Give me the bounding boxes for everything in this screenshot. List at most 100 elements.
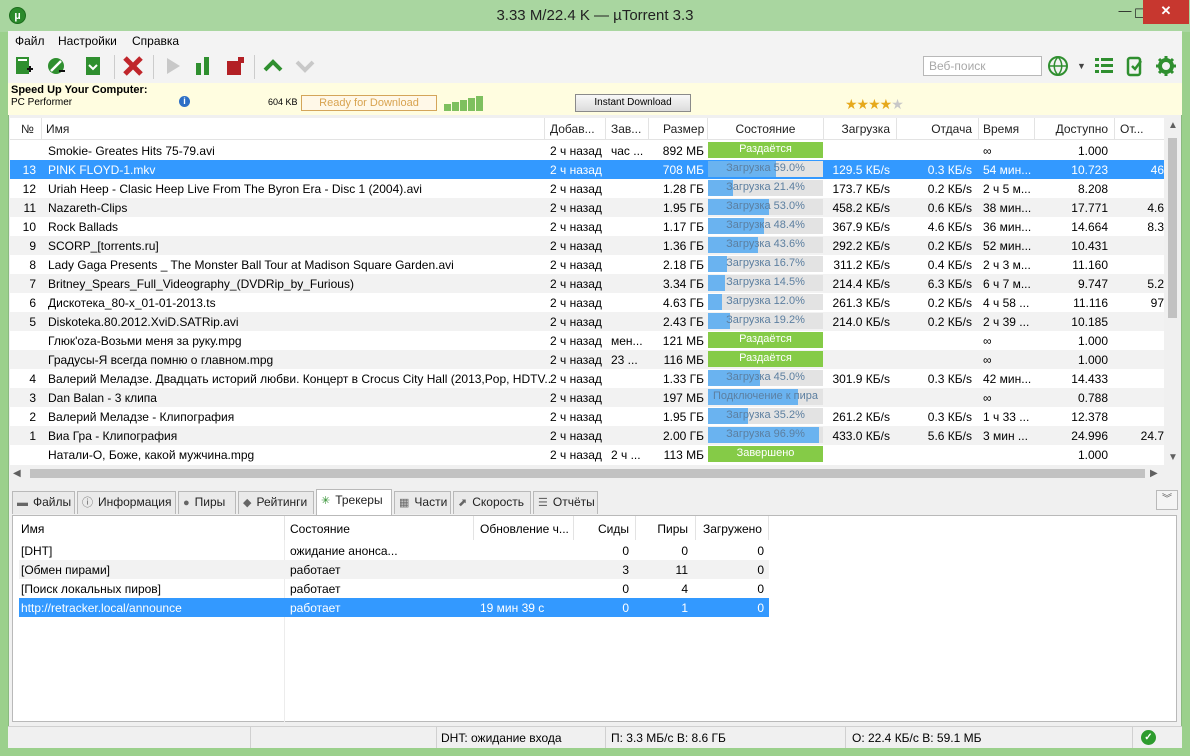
status-upload[interactable]: О: 22.4 КБ/с В: 59.1 МБ xyxy=(852,731,981,745)
row-added: 2 ч назад xyxy=(550,372,602,386)
col-num[interactable]: № xyxy=(21,122,34,136)
col-status[interactable]: Состояние xyxy=(708,122,823,136)
tab-pieces[interactable]: ▦ Части xyxy=(394,491,451,514)
move-down-icon[interactable] xyxy=(294,55,316,77)
status-download[interactable]: П: 3.3 МБ/с В: 8.6 ГБ xyxy=(611,731,726,745)
tracker-col-name[interactable]: Имя xyxy=(21,522,44,536)
row-eta: 4 ч 58 ... xyxy=(983,296,1030,310)
torrent-row[interactable]: 4 Валерий Меладзе. Двадцать историй любви… xyxy=(10,369,1164,388)
remove-icon[interactable] xyxy=(122,55,144,77)
progress-bar: Загрузка 12.0% xyxy=(708,294,823,310)
torrent-row[interactable]: 3 Dan Balan - 3 клипа 2 ч назад 197 МБ ∞ 0.78… xyxy=(10,388,1164,407)
tab-folder[interactable]: ▬ Файлы xyxy=(12,491,75,514)
col-name[interactable]: Имя xyxy=(46,122,69,136)
torrent-row[interactable]: Градусы-Я всегда помню о главном.mpg 2 ч … xyxy=(10,350,1164,369)
col-download[interactable]: Загрузка xyxy=(830,122,890,136)
ad-subtitle[interactable]: PC Performer xyxy=(11,97,72,108)
tab-info[interactable]: ⓘ Информация xyxy=(77,491,176,514)
torrent-row[interactable]: Глюк'oza-Возьми меня за руку.mpg 2 ч наза… xyxy=(10,331,1164,350)
pause-icon[interactable] xyxy=(193,55,215,77)
close-icon[interactable]: ✕ xyxy=(1143,0,1189,24)
col-added[interactable]: Добав... xyxy=(550,122,595,136)
col-upload[interactable]: Отдача xyxy=(910,122,972,136)
column-separator xyxy=(1034,118,1035,140)
col-availability[interactable]: Доступно xyxy=(1040,122,1108,136)
tab-speed[interactable]: ⬈ Скорость xyxy=(453,491,531,514)
progress-bar: Загрузка 43.6% xyxy=(708,237,823,253)
tracker-col-seeds[interactable]: Сиды xyxy=(580,522,629,536)
tracker-row[interactable]: [Поиск локальных пиров] работает 0 4 0 xyxy=(19,579,769,598)
row-availability: 10.431 xyxy=(1071,239,1108,253)
row-completed: час ... xyxy=(611,144,644,158)
torrent-row[interactable]: 7 Britney_Spears_Full_Videography_(DVDRip… xyxy=(10,274,1164,293)
torrent-row[interactable]: Натали-О, Боже, какой мужчина.mpg 2 ч наз… xyxy=(10,445,1164,464)
scroll-right-icon[interactable]: ▶ xyxy=(1150,468,1158,479)
settings-icon[interactable] xyxy=(1155,55,1177,77)
globe-icon[interactable] xyxy=(1047,55,1069,77)
tab-ratings[interactable]: ◆ Рейтинги xyxy=(238,491,314,514)
col-completed[interactable]: Зав... xyxy=(611,122,641,136)
col-eta[interactable]: Время xyxy=(983,122,1019,136)
col-size[interactable]: Размер xyxy=(663,122,704,136)
list-view-icon[interactable] xyxy=(1093,55,1115,77)
tracker-status: ожидание анонса... xyxy=(290,544,398,558)
vertical-scroll-thumb[interactable] xyxy=(1168,138,1177,318)
tracker-row[interactable]: http://retracker.local/announce работает 1… xyxy=(19,598,769,617)
tab-trackers[interactable]: ✳ Трекеры xyxy=(316,489,392,515)
scroll-up-icon[interactable]: ▲ xyxy=(1168,120,1178,131)
tracker-col-peers[interactable]: Пиры xyxy=(640,522,688,536)
tab-logger[interactable]: ☰ Отчёты xyxy=(533,491,598,514)
scroll-left-icon[interactable]: ◀ xyxy=(13,468,21,479)
stop-icon[interactable] xyxy=(224,55,246,77)
chevron-down-icon[interactable]: ▼ xyxy=(1077,61,1086,71)
column-separator xyxy=(648,118,649,140)
web-search-input[interactable]: Веб-поиск xyxy=(923,56,1042,76)
ad-title[interactable]: Speed Up Your Computer: xyxy=(11,84,148,96)
add-url-icon[interactable] xyxy=(45,55,67,77)
row-eta: 42 мин... xyxy=(983,372,1032,386)
torrent-row[interactable]: 12 Uriah Heep - Clasic Heep Live From The… xyxy=(10,179,1164,198)
torrent-row[interactable]: 1 Виа Гра - Клипография 2 ч назад 2.00 ГБ 43… xyxy=(10,426,1164,445)
torrent-row[interactable]: 8 Lady Gaga Presents _ The Monster Ball T… xyxy=(10,255,1164,274)
instant-download-button[interactable]: Instant Download xyxy=(575,94,691,112)
row-availability: 9.747 xyxy=(1077,277,1108,291)
status-separator xyxy=(1132,726,1133,748)
torrent-row[interactable]: 13 PINK FLOYD-1.mkv 2 ч назад 708 МБ 129.5 К… xyxy=(10,160,1164,179)
tracker-row[interactable]: [DHT] ожидание анонса... 0 0 0 xyxy=(19,541,769,560)
menu-help[interactable]: Справка xyxy=(132,34,179,48)
collapse-panel-icon[interactable]: ︾ xyxy=(1156,490,1178,510)
torrent-row[interactable]: 5 Diskoteka.80.2012.XviD.SATRip.avi 2 ч на… xyxy=(10,312,1164,331)
start-icon[interactable] xyxy=(162,55,184,77)
torrent-row[interactable]: 9 SCORP_[torrents.ru] 2 ч назад 1.36 ГБ 292.… xyxy=(10,236,1164,255)
tab-peers[interactable]: ● Пиры xyxy=(178,491,236,514)
scroll-down-icon[interactable]: ▼ xyxy=(1168,452,1178,463)
ad-file-size: 604 KB xyxy=(268,97,298,107)
tracker-col-downloaded[interactable]: Загружено xyxy=(703,522,762,536)
add-torrent-icon[interactable] xyxy=(13,55,35,77)
row-eta: 2 ч 39 ... xyxy=(983,315,1030,329)
progress-label: Загрузка 45.0% xyxy=(726,371,805,383)
create-torrent-icon[interactable] xyxy=(82,55,104,77)
horizontal-scroll-thumb[interactable] xyxy=(30,469,1145,478)
row-completed: 23 ... xyxy=(611,353,638,367)
col-ratio[interactable]: От... xyxy=(1120,122,1164,136)
network-ok-icon[interactable]: ✓ xyxy=(1141,730,1156,745)
tracker-col-status[interactable]: Состояние xyxy=(290,522,350,536)
torrent-row[interactable]: 11 Nazareth-Clips 2 ч назад 1.95 ГБ 458.2 КБ… xyxy=(10,198,1164,217)
move-up-icon[interactable] xyxy=(262,55,284,77)
torrent-row[interactable]: 2 Валерий Меладзе - Клипография 2 ч назад 1… xyxy=(10,407,1164,426)
menu-settings[interactable]: Настройки xyxy=(58,34,117,48)
menu-file[interactable]: Файл xyxy=(15,34,45,48)
column-separator xyxy=(896,118,897,140)
window-title: 3.33 M/22.4 K — µTorrent 3.3 xyxy=(496,7,694,24)
column-separator xyxy=(695,516,696,540)
torrent-row[interactable]: 6 Дискотека_80-х_01-01-2013.ts 2 ч назад 4.… xyxy=(10,293,1164,312)
folder-icon: ▬ xyxy=(17,497,28,509)
tracker-col-update[interactable]: Обновление ч... xyxy=(480,522,569,536)
torrent-row[interactable]: 10 Rock Ballads 2 ч назад 1.17 ГБ 367.9 КБ/s… xyxy=(10,217,1164,236)
info-icon[interactable]: i xyxy=(179,96,190,107)
remote-icon[interactable] xyxy=(1124,55,1146,77)
torrent-row[interactable]: Smokie- Greates Hits 75-79.avi 2 ч назад ч… xyxy=(10,141,1164,160)
tracker-row[interactable]: [Обмен пирами] работает 3 11 0 xyxy=(19,560,769,579)
tracker-downloaded: 0 xyxy=(757,601,764,615)
